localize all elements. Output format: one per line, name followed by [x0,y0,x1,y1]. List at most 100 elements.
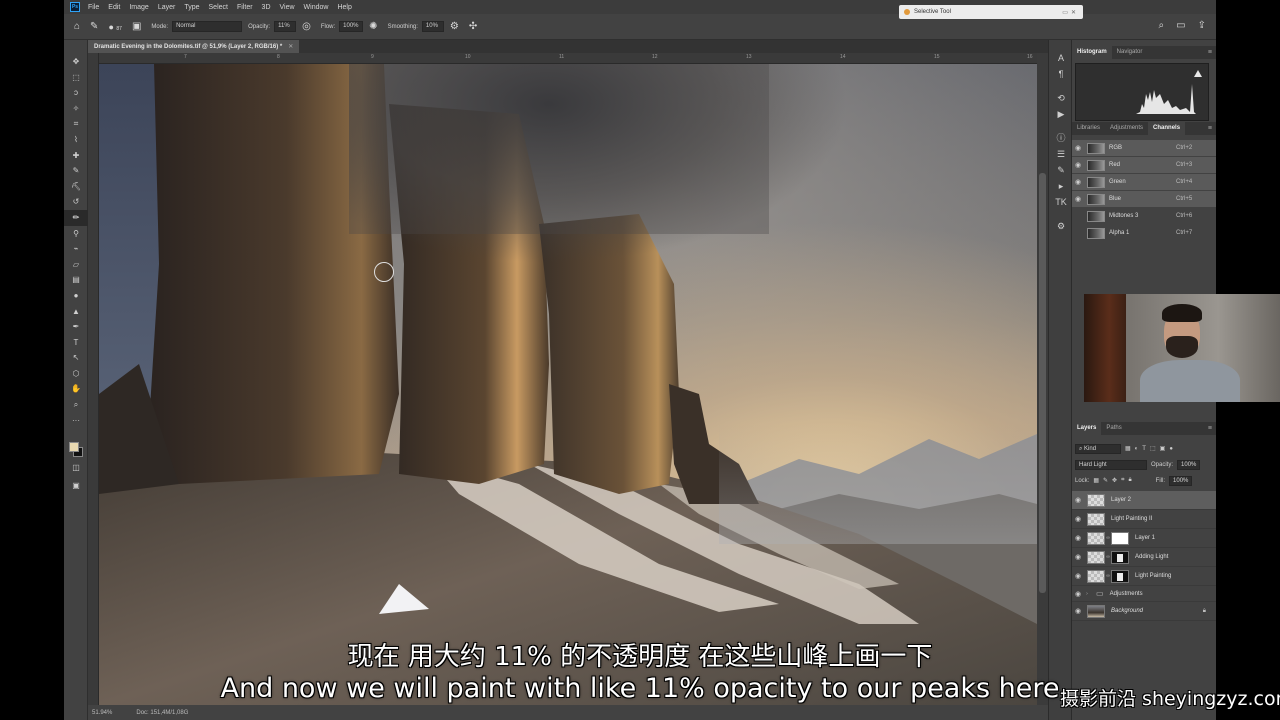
layer-name[interactable]: Layer 2 [1111,497,1216,503]
zoom-level[interactable]: 51.94% [92,710,112,716]
brush-tool-icon[interactable]: ✎ [90,21,98,32]
menu-view[interactable]: View [280,4,295,11]
more-tools-icon[interactable]: ··· [64,413,88,429]
gear-icon[interactable]: ⚙ [450,21,459,32]
layer-row-background[interactable]: ◉ Background 🔒︎ [1072,602,1216,621]
channel-row-green[interactable]: ◉ Green Ctrl+4 [1072,174,1216,190]
path-select-tool-icon[interactable]: ↖ [64,350,88,366]
panel-menu-icon[interactable]: ≡ [1208,425,1212,432]
eye-icon[interactable]: ◉ [1072,590,1084,598]
eye-icon[interactable]: ◉ [1072,195,1084,203]
tab-histogram[interactable]: Histogram [1072,46,1112,59]
flow-field[interactable]: 100% [339,21,364,32]
menu-file[interactable]: File [88,4,99,11]
tab-navigator[interactable]: Navigator [1112,46,1148,59]
eye-icon[interactable]: ◉ [1072,572,1084,580]
tk-panel-icon[interactable]: TK [1049,194,1073,210]
eye-icon[interactable]: ◉ [1072,144,1084,152]
lasso-tool-icon[interactable]: ↄ [64,85,88,101]
brush-preset-picker[interactable]: ● 87 [108,22,122,32]
brush-tool-icon[interactable]: ✎ [64,163,88,179]
close-tab-icon[interactable]: ✕ [288,43,293,50]
eye-icon[interactable]: ◉ [1072,178,1084,186]
layer-kind-filter[interactable]: ⌕ Kind [1075,443,1121,454]
menu-3d[interactable]: 3D [262,4,271,11]
layer-row-light-painting-ii[interactable]: ◉ Light Painting II [1072,510,1216,529]
share-icon[interactable]: ⇪ [1198,20,1206,31]
layer-name[interactable]: Background [1111,608,1203,614]
vertical-scrollbar[interactable] [1037,53,1048,705]
filter-adjustment-icon[interactable]: ◐ [1135,446,1139,452]
history-icon[interactable]: ⟲ [1049,90,1073,106]
lock-pixels-icon[interactable]: ✎ [1103,477,1108,484]
screen-mode-icon[interactable]: ▣ [64,478,88,494]
tab-adjustments[interactable]: Adjustments [1105,122,1148,135]
layer-mask-thumbnail[interactable] [1111,569,1129,583]
play-icon[interactable]: ▸ [1049,178,1073,194]
layer-name[interactable]: Adding Light [1135,554,1216,560]
eye-icon[interactable]: ◉ [1072,607,1084,615]
eraser-tool-icon[interactable]: ▱ [64,257,88,273]
symmetry-icon[interactable]: ✣ [469,21,477,32]
actions-icon[interactable]: ▶ [1049,106,1073,122]
zoom-tool-icon[interactable]: ⌕ [64,397,88,413]
layer-name[interactable]: Light Painting [1135,573,1216,579]
type-tool-icon[interactable]: T [64,335,88,351]
menu-help[interactable]: Help [337,4,351,11]
brush-settings-panel-icon[interactable]: ✎ [1049,162,1073,178]
menu-filter[interactable]: Filter [237,4,253,11]
channel-row-red[interactable]: ◉ Red Ctrl+3 [1072,157,1216,173]
layer-row-adding-light[interactable]: ◉ ∞ Adding Light [1072,548,1216,567]
history-brush-tool-icon[interactable]: ↺ [64,194,88,210]
clone-stamp-tool-icon[interactable]: ⛏ [64,179,88,195]
tab-channels[interactable]: Channels [1148,122,1186,135]
search-icon[interactable]: ⌕ [1159,20,1165,31]
menu-select[interactable]: Select [209,4,228,11]
layer-name[interactable]: Layer 1 [1135,535,1216,541]
eyedropper-tool-icon[interactable]: ⌇ [64,132,88,148]
toolbar-collapse[interactable] [64,40,87,54]
eye-icon[interactable]: ◉ [1072,553,1084,561]
selective-tool-panel[interactable]: Selective Tool ▭✕ [899,5,1083,19]
quick-mask-icon[interactable]: ◫ [64,460,88,476]
filter-toggle-icon[interactable]: ● [1169,446,1173,452]
menu-edit[interactable]: Edit [108,4,120,11]
blur-tool-icon[interactable]: ● [64,288,88,304]
panel-menu-icon[interactable]: ≡ [1208,49,1212,56]
tab-libraries[interactable]: Libraries [1072,122,1105,135]
properties-icon[interactable]: ☰ [1049,146,1073,162]
mode-select[interactable]: Normal [172,21,243,32]
hand-tool-icon[interactable]: ✋ [64,381,88,397]
layer-row-light-painting[interactable]: ◉ ∞ Light Painting [1072,567,1216,586]
window-controls[interactable]: ▭✕ [1062,9,1079,16]
direct-select-tool-icon[interactable]: ⬡ [64,366,88,382]
paragraph-icon[interactable]: ¶ [1049,66,1073,82]
foreground-color-swatch[interactable] [69,442,79,452]
stamp-tool-icon[interactable]: ⚲ [64,226,88,242]
character-icon[interactable]: A [1049,50,1073,66]
smoothing-field[interactable]: 10% [421,21,444,32]
crop-tool-icon[interactable]: ⌗ [64,116,88,132]
lock-transparent-icon[interactable]: ▦ [1093,477,1099,484]
menu-type[interactable]: Type [184,4,199,11]
lock-artboard-icon[interactable]: ⌗ [1121,477,1124,484]
layer-name[interactable]: Adjustments [1110,591,1216,597]
move-tool-icon[interactable]: ✥ [64,54,88,70]
channel-row-blue[interactable]: ◉ Blue Ctrl+5 [1072,191,1216,207]
blend-mode-select[interactable]: Hard Light [1075,459,1147,470]
filter-smart-icon[interactable]: ▣ [1160,445,1166,452]
healing-tool-icon[interactable]: ✚ [64,148,88,164]
dodge-tool-icon[interactable]: ▲ [64,304,88,320]
tab-paths[interactable]: Paths [1101,422,1126,435]
filter-pixel-icon[interactable]: ▦ [1125,445,1131,452]
panel-menu-icon[interactable]: ≡ [1208,125,1212,132]
channel-row-midtones[interactable]: Midtones 3 Ctrl+6 [1072,208,1216,224]
tab-layers[interactable]: Layers [1072,422,1102,435]
layer-opacity-field[interactable]: 100% [1177,459,1201,470]
layer-mask-thumbnail[interactable] [1111,550,1129,564]
layer-name[interactable]: Light Painting II [1111,516,1216,522]
home-icon[interactable]: ⌂ [74,21,80,32]
chevron-right-icon[interactable]: › [1084,591,1090,597]
menu-layer[interactable]: Layer [158,4,176,11]
warning-icon[interactable] [1194,70,1202,77]
